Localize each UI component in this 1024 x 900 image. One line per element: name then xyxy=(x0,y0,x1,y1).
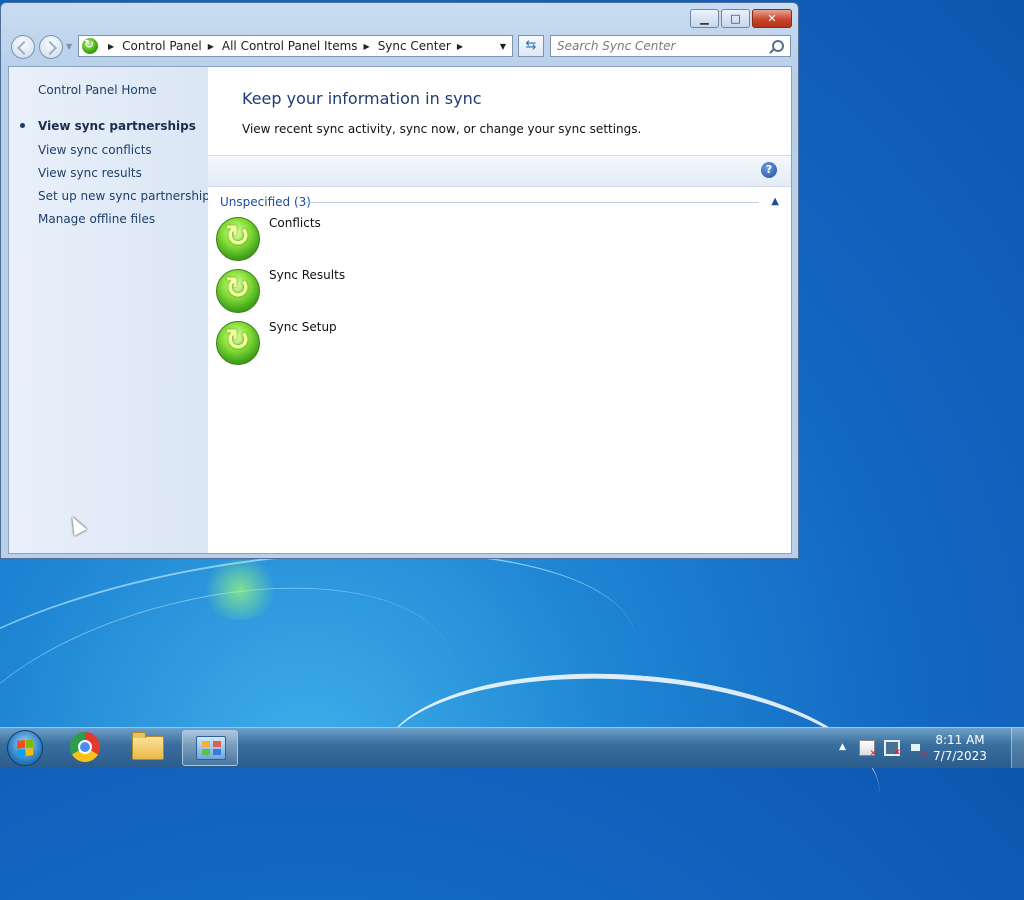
windows-logo-icon xyxy=(17,739,33,757)
sync-item-conflicts[interactable]: Conflicts xyxy=(216,216,416,267)
folder-icon xyxy=(132,732,164,760)
group-divider xyxy=(306,202,759,203)
sync-icon xyxy=(216,321,260,365)
volume-muted-icon[interactable] xyxy=(909,740,928,760)
sidebar-link-view-sync-results[interactable]: View sync results xyxy=(38,166,142,180)
search-input[interactable]: Search Sync Center xyxy=(557,39,675,53)
control-panel-home-link[interactable]: Control Panel Home xyxy=(38,83,157,97)
group-label: Unspecified (3) xyxy=(220,195,311,209)
sidebar-link-view-sync-conflicts[interactable]: View sync conflicts xyxy=(38,143,152,157)
back-button[interactable] xyxy=(11,35,35,59)
taskbar: ▲ 8:11 AM 7/7/2023 xyxy=(0,727,1024,768)
help-icon[interactable]: ? xyxy=(761,162,777,178)
item-label: Conflicts xyxy=(269,216,321,230)
clock[interactable]: 8:11 AM 7/7/2023 xyxy=(930,732,990,764)
search-box[interactable]: Search Sync Center xyxy=(550,35,791,57)
page-title: Keep your information in sync xyxy=(242,89,482,108)
start-button[interactable] xyxy=(7,730,43,766)
action-center-flag-icon[interactable] xyxy=(859,740,877,759)
address-dropdown-icon[interactable]: ▼ xyxy=(494,36,512,56)
show-desktop-button[interactable] xyxy=(1011,728,1024,768)
sync-center-icon xyxy=(82,37,98,54)
system-tray: ▲ 8:11 AM 7/7/2023 xyxy=(834,728,1024,768)
sidebar-link-view-sync-partnerships[interactable]: View sync partnerships xyxy=(38,119,196,133)
taskbar-chrome[interactable] xyxy=(58,730,114,766)
item-label: Sync Results xyxy=(269,268,346,282)
sync-center-window: ▁ □ ✕ ▼ ▶ Control Panel▶ All Control Pan… xyxy=(0,2,799,559)
address-root-arrow[interactable]: ▶ xyxy=(102,42,122,51)
desktop-glow xyxy=(200,560,280,620)
address-bar[interactable]: ▶ Control Panel▶ All Control Panel Items… xyxy=(78,35,513,57)
task-sidebar: Control Panel Home View sync partnership… xyxy=(9,67,216,553)
main-pane: Keep your information in sync View recen… xyxy=(208,67,791,553)
control-panel-icon xyxy=(196,736,226,760)
minimize-button[interactable]: ▁ xyxy=(690,9,719,28)
group-header-unspecified[interactable]: Unspecified (3) ▲ xyxy=(220,195,783,211)
clock-time: 8:11 AM xyxy=(935,733,985,747)
taskbar-control-panel[interactable] xyxy=(182,730,238,766)
command-toolbar: ? xyxy=(208,155,791,187)
desktop-swoosh xyxy=(0,508,655,874)
maximize-button[interactable]: □ xyxy=(721,9,750,28)
recent-pages-dropdown[interactable]: ▼ xyxy=(66,42,72,51)
taskbar-explorer[interactable] xyxy=(120,730,176,766)
desktop-swoosh xyxy=(373,657,887,898)
page-description: View recent sync activity, sync now, or … xyxy=(242,122,642,136)
chrome-icon xyxy=(70,732,100,762)
sync-icon xyxy=(216,217,260,261)
collapse-chevron-icon[interactable]: ▲ xyxy=(771,196,779,207)
navigation-bar: ▼ ▶ Control Panel▶ All Control Panel Ite… xyxy=(9,34,791,60)
network-icon[interactable] xyxy=(884,740,901,758)
sidebar-link-setup-sync-partnerships[interactable]: Set up new sync partnerships xyxy=(38,189,216,203)
sync-item-results[interactable]: Sync Results xyxy=(216,268,416,319)
caption-buttons: ▁ □ ✕ xyxy=(690,9,792,28)
item-label: Sync Setup xyxy=(269,320,337,334)
content-area: Control Panel Home View sync partnership… xyxy=(8,66,792,554)
breadcrumb-sync-center[interactable]: Sync Center ▶ xyxy=(378,39,471,53)
close-button[interactable]: ✕ xyxy=(752,9,792,28)
breadcrumb-control-panel[interactable]: Control Panel ▶ xyxy=(122,39,222,53)
sync-icon xyxy=(216,269,260,313)
active-bullet-icon xyxy=(20,123,25,128)
refresh-button[interactable]: ⇆ xyxy=(518,35,544,57)
show-hidden-icons-button[interactable]: ▲ xyxy=(839,742,846,752)
search-icon[interactable] xyxy=(772,40,784,52)
breadcrumb-all-items[interactable]: All Control Panel Items ▶ xyxy=(222,39,378,53)
clock-date: 7/7/2023 xyxy=(933,749,987,763)
sidebar-link-manage-offline-files[interactable]: Manage offline files xyxy=(38,212,155,226)
sync-item-setup[interactable]: Sync Setup xyxy=(216,320,416,371)
forward-button[interactable] xyxy=(39,35,63,59)
